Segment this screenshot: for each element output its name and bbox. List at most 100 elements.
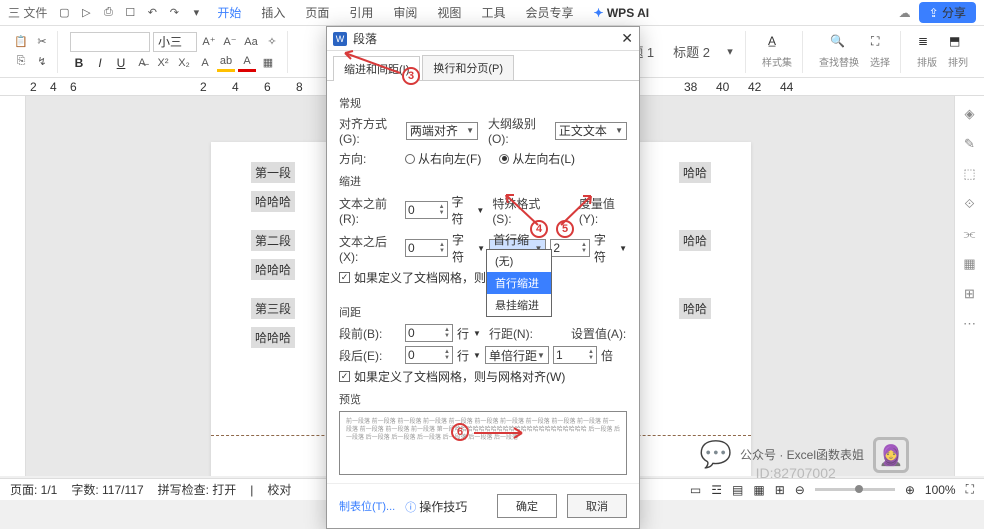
font-color-icon[interactable]: A: [238, 54, 256, 72]
link-icon[interactable]: ⫘: [964, 226, 976, 242]
view-outline-icon[interactable]: ▤: [732, 483, 743, 497]
proofing-status[interactable]: 校对: [267, 481, 291, 498]
tab-indent-spacing[interactable]: 缩进和间距(I): [333, 56, 420, 81]
font-name-select[interactable]: [70, 32, 150, 52]
subscript-icon[interactable]: X₂: [175, 54, 193, 72]
zoom-slider[interactable]: [815, 488, 895, 491]
app-menu-icon[interactable]: 三 文件: [8, 4, 47, 21]
divider: |: [250, 483, 253, 497]
tab-insert[interactable]: 插入: [253, 4, 293, 21]
tab-page[interactable]: 页面: [297, 4, 337, 21]
highlight-icon[interactable]: ab: [217, 54, 235, 72]
strike-icon[interactable]: A̶: [133, 54, 151, 72]
tab-review[interactable]: 审阅: [385, 4, 425, 21]
more-icon[interactable]: ▾: [187, 4, 205, 22]
view-read-icon[interactable]: ▦: [753, 483, 764, 497]
clear-format-icon[interactable]: ✧: [263, 33, 281, 51]
select-tool-icon[interactable]: ⬚: [963, 166, 975, 182]
tabstops-link[interactable]: 制表位(T)...: [339, 498, 395, 514]
grow-font-icon[interactable]: A⁺: [200, 33, 218, 51]
undo-icon[interactable]: ↶: [143, 4, 161, 22]
after-para-input[interactable]: 0▲▼: [405, 346, 453, 364]
italic-icon[interactable]: I: [91, 54, 109, 72]
bold-icon[interactable]: B: [70, 54, 88, 72]
change-case-icon[interactable]: Aa: [242, 33, 260, 51]
format-painter-icon[interactable]: ↯: [33, 53, 51, 71]
select-button[interactable]: ⛶选择: [866, 34, 894, 69]
preview-icon[interactable]: ☐: [121, 4, 139, 22]
special-option-hanging[interactable]: 悬挂缩进: [487, 294, 551, 316]
menubar: 三 文件 ▢ ▷ ⎙ ☐ ↶ ↷ ▾ 开始 插入 页面 引用 审阅 视图 工具 …: [0, 0, 984, 26]
special-format-dropdown: (无) 首行缩进 悬挂缩进: [486, 249, 552, 317]
zoom-level[interactable]: 100%: [925, 483, 956, 497]
font-size-select[interactable]: 小三: [153, 32, 197, 52]
pencil-icon[interactable]: ✎: [964, 136, 975, 152]
arrange-button[interactable]: ⬒排列: [944, 34, 972, 69]
grid-indent-checkbox[interactable]: ✓: [339, 272, 350, 283]
export-icon[interactable]: ▷: [77, 4, 95, 22]
shrink-font-icon[interactable]: A⁻: [221, 33, 239, 51]
spell-check-status[interactable]: 拼写检查: 打开: [158, 481, 237, 498]
heading-2-button[interactable]: 标题 2: [665, 38, 718, 65]
unit-char-3: 字符: [594, 231, 615, 265]
grid-align-checkbox[interactable]: ✓: [339, 371, 350, 382]
after-text-input[interactable]: 0▲▼: [405, 239, 448, 257]
para-text: 哈哈哈: [251, 259, 295, 280]
superscript-icon[interactable]: X²: [154, 54, 172, 72]
fullscreen-icon[interactable]: ⛶: [966, 482, 974, 497]
tab-reference[interactable]: 引用: [341, 4, 381, 21]
save-icon[interactable]: ▢: [55, 4, 73, 22]
special-option-firstline[interactable]: 首行缩进: [487, 272, 551, 294]
redo-icon[interactable]: ↷: [165, 4, 183, 22]
bookmark-icon[interactable]: ⟐: [964, 196, 974, 212]
close-icon[interactable]: ✕: [621, 30, 633, 47]
cancel-button[interactable]: 取消: [567, 494, 627, 518]
heading-more-icon[interactable]: ▾: [721, 43, 739, 61]
tab-line-page-break[interactable]: 换行和分页(P): [422, 55, 514, 80]
zoom-out-icon[interactable]: ⊖: [795, 483, 805, 497]
align-select[interactable]: 两端对齐▼: [406, 122, 478, 140]
share-button[interactable]: ⇪ 分享: [919, 2, 976, 23]
layout-button[interactable]: ≣排版: [913, 34, 941, 69]
before-text-input[interactable]: 0▲▼: [405, 201, 448, 219]
word-count[interactable]: 字数: 117/117: [71, 481, 143, 498]
unit-times: 倍: [601, 347, 613, 364]
palette-icon[interactable]: ⊞: [964, 286, 975, 302]
find-replace-button[interactable]: 🔍查找替换: [815, 34, 863, 69]
measure-input[interactable]: 2▲▼: [550, 239, 589, 257]
set-value-input[interactable]: 1▲▼: [553, 346, 597, 364]
before-para-input[interactable]: 0▲▼: [405, 324, 453, 342]
para-label: 第三段: [251, 298, 295, 319]
diamond-icon[interactable]: ◈: [965, 106, 975, 122]
ok-button[interactable]: 确定: [497, 494, 557, 518]
para-text: 哈哈哈: [251, 191, 295, 212]
tab-view[interactable]: 视图: [429, 4, 469, 21]
view-web-icon[interactable]: ☲: [711, 483, 722, 497]
text-effect-icon[interactable]: A: [196, 54, 214, 72]
underline-icon[interactable]: U: [112, 54, 130, 72]
wps-ai-button[interactable]: ✦ WPS AI: [585, 6, 657, 20]
line-spacing-select[interactable]: 单倍行距▼: [485, 346, 549, 364]
special-option-none[interactable]: (无): [487, 250, 551, 272]
paste-icon[interactable]: 📋: [12, 33, 30, 51]
view-grid-icon[interactable]: ⊞: [775, 483, 785, 497]
more-tools-icon[interactable]: ⋯: [963, 316, 976, 332]
tips-link[interactable]: ⓘ 操作技巧: [405, 498, 467, 515]
dir-ltr-radio[interactable]: 从左向右(L): [499, 150, 575, 167]
styles-button[interactable]: A̲样式集: [758, 34, 796, 69]
print-icon[interactable]: ⎙: [99, 4, 117, 22]
view-page-icon[interactable]: ▭: [690, 483, 701, 497]
tab-start[interactable]: 开始: [209, 4, 249, 21]
dir-rtl-radio[interactable]: 从右向左(F): [405, 150, 481, 167]
level-label: 大纲级别(O):: [488, 115, 551, 146]
cut-icon[interactable]: ✂: [33, 33, 51, 51]
tab-tools[interactable]: 工具: [473, 4, 513, 21]
tab-vip[interactable]: 会员专享: [517, 4, 581, 21]
level-select[interactable]: 正文文本▼: [555, 122, 627, 140]
zoom-in-icon[interactable]: ⊕: [905, 483, 915, 497]
cloud-icon[interactable]: ☁: [899, 6, 911, 20]
settings-icon[interactable]: ▦: [963, 256, 975, 272]
shading-icon[interactable]: ▦: [259, 54, 277, 72]
copy-icon[interactable]: ⎘: [12, 53, 30, 71]
page-indicator[interactable]: 页面: 1/1: [10, 481, 57, 498]
